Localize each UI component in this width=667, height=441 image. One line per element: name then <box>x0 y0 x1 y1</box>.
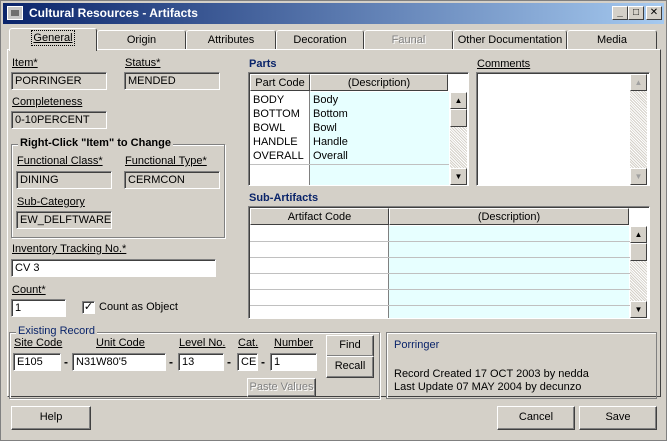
subartifacts-row-divider <box>250 241 630 242</box>
comments-textarea[interactable]: ▲ ▼ <box>476 72 650 186</box>
table-row[interactable]: BOWL <box>250 121 285 135</box>
tab-other-documentation[interactable]: Other Documentation <box>453 30 567 50</box>
subartifacts-scrollbar[interactable]: ▲ ▼ <box>630 226 647 318</box>
scroll-thumb[interactable] <box>630 243 647 261</box>
find-button[interactable]: Find <box>326 335 374 357</box>
record-name: Porringer <box>394 339 440 351</box>
tab-faunal: Faunal <box>364 30 453 50</box>
inventory-input[interactable]: CV 3 <box>11 259 216 277</box>
parts-row-divider <box>250 164 449 165</box>
count-as-object-label: Count as Object <box>99 301 178 313</box>
tab-general[interactable]: General <box>9 28 97 51</box>
tab-strip: General Origin Attributes Decoration Fau… <box>7 28 657 51</box>
parts-scrollbar[interactable]: ▲ ▼ <box>450 92 467 185</box>
table-row[interactable]: Bottom <box>310 107 348 121</box>
recall-button[interactable]: Recall <box>326 356 374 378</box>
maximize-button[interactable]: □ <box>628 6 644 20</box>
functional-type-field[interactable]: CERMCON <box>124 171 220 189</box>
record-updated: Last Update 07 MAY 2004 by decunzo <box>394 381 582 393</box>
table-row[interactable]: Bowl <box>310 121 337 135</box>
tab-origin[interactable]: Origin <box>97 30 186 50</box>
close-button[interactable]: ✕ <box>646 6 662 20</box>
scroll-up-icon[interactable]: ▲ <box>630 226 647 243</box>
tab-decoration[interactable]: Decoration <box>276 30 364 50</box>
item-field[interactable]: PORRINGER <box>11 72 107 90</box>
functional-type-label: Functional Type* <box>125 155 207 167</box>
app-icon <box>7 6 23 20</box>
parts-grid: Part Code (Description) BODY Body BOTTOM… <box>248 72 469 186</box>
tab-media[interactable]: Media <box>567 30 657 50</box>
status-label: Status* <box>125 57 161 69</box>
scroll-up-icon[interactable]: ▲ <box>630 74 647 91</box>
status-field[interactable]: MENDED <box>124 72 220 90</box>
number-label: Number <box>274 337 314 349</box>
site-code-input[interactable]: E105 <box>13 353 61 371</box>
subartifacts-grid: Artifact Code (Description) ▲ ▼ <box>248 206 650 319</box>
number-input[interactable]: 1 <box>270 353 317 371</box>
parts-col-part-code[interactable]: Part Code <box>250 74 310 91</box>
site-code-label: Site Code <box>14 337 63 349</box>
unit-code-label: Unit Code <box>96 337 145 349</box>
existing-record-title: Existing Record <box>16 325 98 337</box>
minimize-button[interactable]: _ <box>612 6 628 20</box>
subartifacts-row-divider <box>250 273 630 274</box>
help-button[interactable]: Help <box>11 406 91 430</box>
count-input[interactable]: 1 <box>11 299 66 317</box>
subcategory-field[interactable]: EW_DELFTWARE <box>16 211 112 229</box>
scroll-down-icon[interactable]: ▼ <box>630 301 647 318</box>
table-row[interactable]: Overall <box>310 149 348 163</box>
scroll-down-icon[interactable]: ▼ <box>630 168 647 185</box>
count-label: Count* <box>12 284 46 296</box>
level-no-label: Level No. <box>179 337 226 349</box>
completeness-field[interactable]: 0-10PERCENT <box>11 111 107 129</box>
paste-values-button: Paste Values <box>247 378 316 397</box>
save-button[interactable]: Save <box>579 406 657 430</box>
comments-label: Comments <box>477 58 531 70</box>
artifacts-window: Cultural Resources - Artifacts _ □ ✕ Gen… <box>0 0 667 441</box>
comments-scrollbar[interactable]: ▲ ▼ <box>630 74 647 185</box>
record-created: Record Created 17 OCT 2003 by nedda <box>394 368 589 380</box>
scroll-thumb[interactable] <box>450 109 467 127</box>
subartifacts-title: Sub-Artifacts <box>249 192 319 204</box>
table-row[interactable]: OVERALL <box>250 149 304 163</box>
scroll-up-icon[interactable]: ▲ <box>450 92 467 109</box>
title-bar[interactable]: Cultural Resources - Artifacts _ □ ✕ <box>3 3 664 24</box>
table-row[interactable]: Body <box>310 93 338 107</box>
tab-attributes[interactable]: Attributes <box>186 30 276 50</box>
right-click-group-title: Right-Click "Item" to Change <box>18 137 173 149</box>
scroll-down-icon[interactable]: ▼ <box>450 168 467 185</box>
cat-input[interactable]: CE <box>237 353 258 371</box>
separator-dash: - <box>64 355 68 369</box>
table-row[interactable]: BOTTOM <box>250 107 300 121</box>
subartifacts-row-divider <box>250 257 630 258</box>
subartifacts-row-divider <box>250 289 630 290</box>
subcategory-label: Sub-Category <box>17 196 85 208</box>
completeness-label: Completeness <box>12 96 83 108</box>
cat-label: Cat. <box>238 337 259 349</box>
level-no-input[interactable]: 13 <box>178 353 224 371</box>
inventory-label: Inventory Tracking No.* <box>12 243 127 255</box>
functional-class-field[interactable]: DINING <box>16 171 112 189</box>
parts-title: Parts <box>249 58 277 70</box>
table-row[interactable]: Handle <box>310 135 348 149</box>
table-row[interactable]: HANDLE <box>250 135 298 149</box>
separator-dash: - <box>169 355 173 369</box>
separator-dash: - <box>227 355 231 369</box>
cancel-button[interactable]: Cancel <box>497 406 575 430</box>
unit-code-input[interactable]: N31W80'5 <box>72 353 166 371</box>
count-as-object-checkbox[interactable]: ✓ <box>82 301 95 314</box>
window-title: Cultural Resources - Artifacts <box>29 6 198 20</box>
subartifacts-col-artifact-code[interactable]: Artifact Code <box>250 208 389 225</box>
parts-col-description[interactable]: (Description) <box>310 74 448 91</box>
separator-dash: - <box>261 355 265 369</box>
functional-class-label: Functional Class* <box>17 155 103 167</box>
item-label: Item* <box>12 57 38 69</box>
subartifacts-row-divider <box>250 305 630 306</box>
table-row[interactable]: BODY <box>250 93 284 107</box>
subartifacts-col-description[interactable]: (Description) <box>389 208 629 225</box>
